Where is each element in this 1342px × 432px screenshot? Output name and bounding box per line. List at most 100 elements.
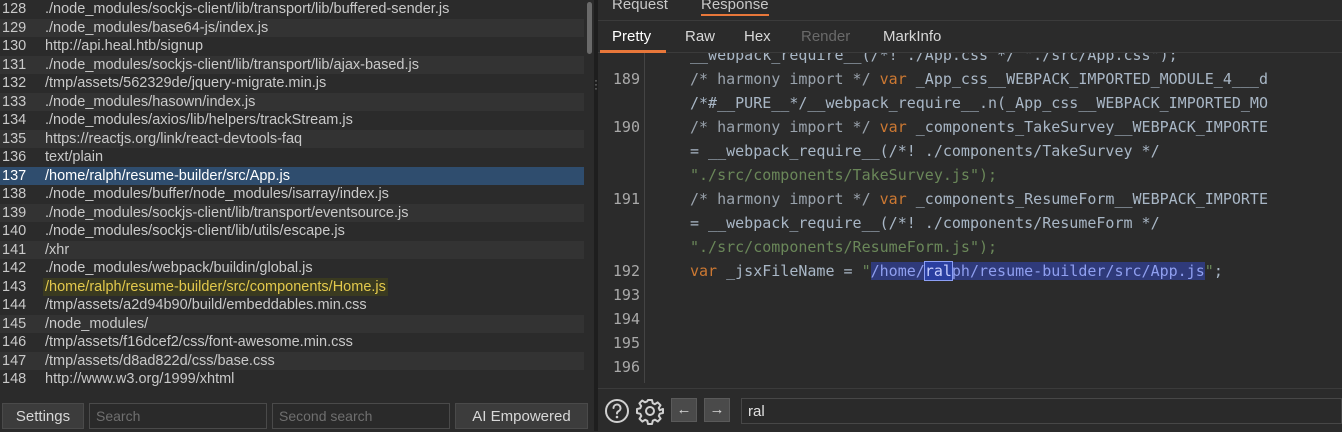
results-list[interactable]: 128 ./node_modules/sockjs-client/lib/tran… bbox=[0, 0, 584, 400]
list-item-number: 128 bbox=[2, 1, 27, 17]
list-item[interactable]: 142 ./node_modules/webpack/buildin/global… bbox=[0, 259, 584, 278]
list-item-path: http://www.w3.org/1999/xhtml bbox=[45, 371, 235, 387]
line-number: 190 bbox=[612, 118, 640, 136]
list-item-number: 131 bbox=[2, 56, 27, 73]
list-item[interactable]: 132/tmp/assets/562329de/jquery-migrate.m… bbox=[0, 74, 584, 93]
arrow-right-icon: → bbox=[709, 401, 725, 418]
tab-hex[interactable]: Hex bbox=[744, 28, 771, 45]
left-pane: 128 ./node_modules/sockjs-client/lib/tran… bbox=[0, 0, 596, 431]
tab-request[interactable]: Request bbox=[612, 0, 668, 13]
list-item-path: /tmp/assets/d8ad822d/css/base.css bbox=[45, 352, 275, 369]
code-line: = __webpack_require__(/*! ./components/T… bbox=[690, 142, 1160, 160]
tab-markinfo[interactable]: MarkInfo bbox=[883, 28, 941, 45]
list-item-path: /tmp/assets/a2d94b90/build/embeddables.m… bbox=[45, 297, 367, 313]
list-item-number: 148 bbox=[2, 371, 27, 387]
left-bottom-bar: Settings AI Empowered bbox=[0, 400, 596, 431]
list-item-path: ./node_modules/sockjs-client/lib/transpo… bbox=[45, 1, 450, 17]
list-item-path: /home/ralph/resume-builder/src/component… bbox=[43, 277, 388, 296]
settings-button[interactable]: Settings bbox=[2, 403, 84, 429]
list-item-path: ./node_modules/base64-js/index.js bbox=[45, 19, 269, 36]
list-item-path: ./node_modules/buffer/node_modules/isarr… bbox=[45, 186, 389, 202]
list-item-number: 142 bbox=[2, 260, 27, 276]
code-string: "./src/components/ResumeForm.js"); bbox=[690, 238, 998, 256]
code-line: /*#__PURE__*/__webpack_require__.n(_App_… bbox=[690, 94, 1268, 112]
code-keyword: var bbox=[879, 118, 907, 136]
code-text: = __webpack_require__(/*! ./components/R… bbox=[690, 214, 1160, 232]
list-item[interactable]: 145/node_modules/ bbox=[0, 314, 584, 333]
list-item[interactable]: 147/tmp/assets/d8ad822d/css/base.css bbox=[0, 351, 584, 370]
list-item-path: text/plain bbox=[45, 149, 104, 165]
search-match: ph/resume-builder/src/App.js bbox=[951, 262, 1205, 280]
code-line: __webpack_require__(/*! ./App.css */ "./… bbox=[690, 53, 1178, 64]
question-circle-icon[interactable] bbox=[603, 397, 631, 425]
list-item-number: 132 bbox=[2, 75, 27, 91]
code-text: _jsxFileName = bbox=[717, 262, 862, 280]
list-item[interactable]: 135 https://reactjs.org/link/react-devtoo… bbox=[0, 129, 584, 148]
code-line: "./src/components/ResumeForm.js"); bbox=[690, 238, 997, 256]
top-tabs: Request Response bbox=[598, 0, 1342, 21]
line-number: 191 bbox=[612, 190, 640, 208]
code-text: /*#__PURE__*/__webpack_require__.n(_App_… bbox=[690, 94, 1268, 112]
next-match-button[interactable]: → bbox=[704, 398, 730, 422]
list-item[interactable]: 129 ./node_modules/base64-js/index.js bbox=[0, 18, 584, 37]
list-item[interactable]: 144/tmp/assets/a2d94b90/build/embeddable… bbox=[0, 296, 584, 315]
code-text: ; bbox=[1213, 262, 1223, 280]
code-line: /* harmony import */ var _App_css__WEBPA… bbox=[690, 70, 1268, 88]
list-item[interactable]: 138 ./node_modules/buffer/node_modules/is… bbox=[0, 185, 584, 204]
second-search-input[interactable] bbox=[272, 403, 450, 429]
line-number: 194 bbox=[612, 310, 640, 328]
code-line: = __webpack_require__(/*! ./components/R… bbox=[690, 214, 1160, 232]
list-item-number: 137 bbox=[2, 167, 27, 184]
list-item-number: 140 bbox=[2, 223, 27, 239]
code-keyword: var bbox=[690, 262, 718, 280]
list-item[interactable]: 133 ./node_modules/hasown/index.js bbox=[0, 92, 584, 111]
list-item[interactable]: 146/tmp/assets/f16dcef2/css/font-awesome… bbox=[0, 333, 584, 352]
list-item[interactable]: 130 http://api.heal.htb/signup bbox=[0, 37, 584, 56]
gear-icon[interactable] bbox=[636, 397, 664, 425]
tab-pretty[interactable]: Pretty bbox=[612, 28, 651, 45]
code-line: var _jsxFileName = "/home/ralph/resume-b… bbox=[690, 261, 1223, 281]
list-item[interactable]: 143/home/ralph/resume-builder/src/compon… bbox=[0, 277, 584, 296]
list-scrollbar-thumb[interactable] bbox=[587, 2, 592, 54]
list-item[interactable]: 136 text/plain bbox=[0, 148, 584, 167]
list-item[interactable]: 128 ./node_modules/sockjs-client/lib/tran… bbox=[0, 0, 584, 19]
code-line: /* harmony import */ var _components_Res… bbox=[690, 190, 1268, 208]
list-item[interactable]: 131 ./node_modules/sockjs-client/lib/tran… bbox=[0, 55, 584, 74]
list-item-path: https://reactjs.org/link/react-devtools-… bbox=[45, 130, 303, 147]
list-item[interactable]: 139 ./node_modules/sockjs-client/lib/tran… bbox=[0, 203, 584, 222]
line-number-gutter: 189 190 191 192 193 194 195 196 bbox=[598, 53, 645, 383]
list-item[interactable]: 148 http://www.w3.org/1999/xhtml bbox=[0, 370, 584, 389]
list-item-path: ./node_modules/hasown/index.js bbox=[45, 93, 256, 110]
code-text: = __webpack_require__(/*! ./components/T… bbox=[690, 142, 1160, 160]
list-item-path: /node_modules/ bbox=[45, 315, 149, 332]
list-item[interactable]: 134 ./node_modules/axios/lib/helpers/trac… bbox=[0, 111, 584, 130]
list-item-number: 141 bbox=[2, 241, 27, 258]
code-text: _components_TakeSurvey__WEBPACK_IMPORTE bbox=[906, 118, 1268, 136]
tab-raw[interactable]: Raw bbox=[685, 28, 715, 45]
list-scrollbar[interactable] bbox=[585, 0, 594, 400]
code-line: "./src/components/TakeSurvey.js"); bbox=[690, 166, 997, 184]
list-item-path: /xhr bbox=[45, 241, 70, 258]
list-item-number: 147 bbox=[2, 352, 27, 369]
list-item-number: 135 bbox=[2, 130, 27, 147]
code-editor[interactable]: 189 190 191 192 193 194 195 196 __webpack_requi… bbox=[598, 53, 1342, 383]
list-item[interactable]: 140 ./node_modules/sockjs-client/lib/util… bbox=[0, 222, 584, 241]
list-item-number: 139 bbox=[2, 204, 27, 221]
code-text: __webpack_require__(/*! ./App.css */ "./… bbox=[690, 53, 1178, 64]
find-input[interactable] bbox=[741, 398, 1342, 424]
list-item-number: 130 bbox=[2, 38, 27, 54]
tab-response[interactable]: Response bbox=[701, 0, 769, 16]
code-line: /* harmony import */ var _components_Tak… bbox=[690, 118, 1268, 136]
list-item[interactable]: 141/xhr bbox=[0, 240, 584, 259]
current-search-match: ral bbox=[923, 261, 953, 281]
code-string-quote: " bbox=[1204, 262, 1214, 280]
code-comment: /* harmony import */ bbox=[690, 118, 871, 136]
find-bar: ← → bbox=[598, 388, 1342, 432]
right-pane: Request Response Pretty Raw Hex Render M… bbox=[598, 0, 1342, 432]
search-input[interactable] bbox=[89, 403, 267, 429]
line-number: 189 bbox=[612, 70, 640, 88]
ai-empowered-button[interactable]: AI Empowered bbox=[455, 403, 588, 429]
list-item[interactable]: 137/home/ralph/resume-builder/src/App.js bbox=[0, 166, 584, 185]
list-item-path: http://api.heal.htb/signup bbox=[45, 38, 204, 54]
prev-match-button[interactable]: ← bbox=[671, 398, 697, 422]
